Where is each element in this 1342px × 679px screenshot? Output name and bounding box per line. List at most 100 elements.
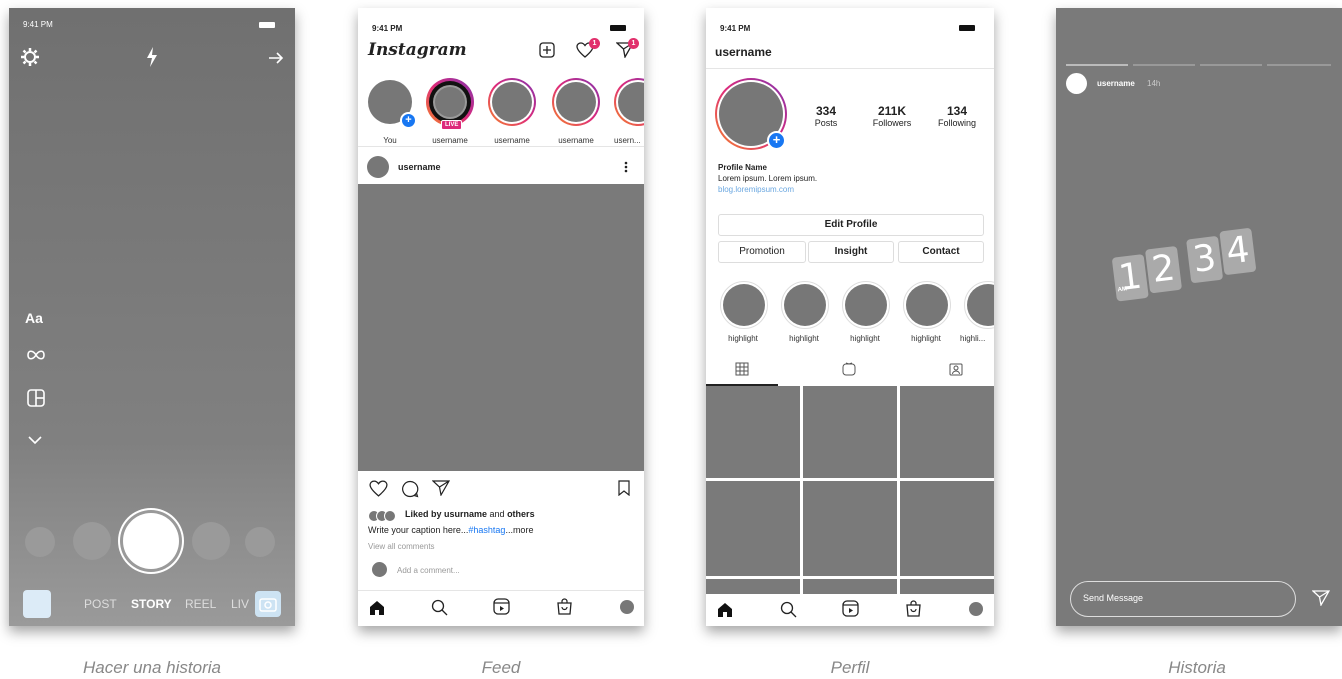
story-ring[interactable] <box>552 78 600 126</box>
clock-digit: 1 <box>1111 253 1149 302</box>
profile-name: Profile Name <box>718 163 767 172</box>
liked-others[interactable]: others <box>507 509 535 519</box>
send-message-input[interactable]: Send Message <box>1070 581 1296 617</box>
grid-photo[interactable] <box>706 386 800 478</box>
story-author-avatar[interactable] <box>1066 73 1087 94</box>
text-mode-button[interactable]: Aa <box>25 310 43 326</box>
status-time: 9:41 PM <box>720 24 751 33</box>
divider <box>358 590 644 591</box>
insight-button[interactable]: Insight <box>808 241 894 263</box>
grid-photo[interactable] <box>706 579 800 594</box>
clock-digit: 2 <box>1144 245 1183 294</box>
highlight-label: highlight <box>728 334 758 343</box>
grid-photo[interactable] <box>803 481 897 576</box>
chevron-down-icon[interactable] <box>27 432 43 450</box>
like-icon[interactable] <box>369 480 388 502</box>
clock-digit: 3 <box>1186 235 1224 284</box>
highlight-item[interactable] <box>903 281 951 329</box>
comment-icon[interactable] <box>401 480 419 503</box>
commenter-avatar <box>372 562 387 577</box>
more-options-icon[interactable] <box>624 160 628 178</box>
caption-hashtag[interactable]: #hashtag <box>468 525 505 535</box>
shop-icon[interactable] <box>556 598 573 620</box>
layout-icon[interactable] <box>26 388 46 413</box>
mode-reel[interactable]: REEL <box>185 597 216 611</box>
search-icon[interactable] <box>780 601 797 623</box>
highlight-item[interactable] <box>720 281 768 329</box>
story-ring[interactable] <box>488 78 536 126</box>
reels-icon[interactable] <box>842 600 859 622</box>
profile-avatar-icon[interactable] <box>620 600 634 614</box>
add-story-icon[interactable]: + <box>767 131 786 150</box>
instagram-logo: Instagram <box>368 40 467 60</box>
story-label: You <box>383 136 397 145</box>
grid-photo[interactable] <box>900 386 994 478</box>
switch-camera-icon[interactable] <box>255 591 281 617</box>
profile-link[interactable]: blog.loremipsum.com <box>718 185 794 194</box>
caption-more[interactable]: ...more <box>505 525 533 535</box>
story-progress-segment <box>1133 64 1195 66</box>
mode-story[interactable]: STORY <box>131 597 172 611</box>
home-icon[interactable] <box>717 602 733 623</box>
profile-username-header: username <box>715 45 772 59</box>
filter-option[interactable] <box>25 527 55 557</box>
post-username[interactable]: username <box>398 162 441 172</box>
forward-arrow-icon[interactable] <box>267 50 285 71</box>
share-icon[interactable] <box>431 480 451 501</box>
grid-tab-icon[interactable] <box>735 362 749 381</box>
send-icon[interactable] <box>1311 590 1331 611</box>
tv-tab-icon[interactable] <box>842 362 856 381</box>
highlight-item[interactable] <box>964 281 994 329</box>
story-ring[interactable] <box>426 78 474 126</box>
story-screen: username 14h 1 AM 2 3 4 Send Message <box>1056 8 1342 626</box>
settings-icon[interactable] <box>19 46 41 73</box>
story-author-username[interactable]: username <box>1097 79 1135 88</box>
grid-photo[interactable] <box>803 386 897 478</box>
filter-option[interactable] <box>245 527 275 557</box>
edit-profile-button[interactable]: Edit Profile <box>718 214 984 236</box>
grid-photo[interactable] <box>706 481 800 576</box>
grid-photo[interactable] <box>900 579 994 594</box>
view-comments-link[interactable]: View all comments <box>368 542 435 551</box>
battery-icon <box>610 25 626 31</box>
highlight-item[interactable] <box>842 281 890 329</box>
new-post-icon[interactable] <box>539 42 555 63</box>
status-time: 9:41 PM <box>23 20 53 29</box>
promotion-button[interactable]: Promotion <box>718 241 806 263</box>
grid-photo[interactable] <box>900 481 994 576</box>
story-label: username <box>494 136 530 145</box>
grid-photo[interactable] <box>803 579 897 594</box>
add-story-icon[interactable]: + <box>400 112 417 129</box>
post-avatar[interactable] <box>367 156 389 178</box>
highlight-item[interactable] <box>781 281 829 329</box>
shutter-button[interactable] <box>123 513 179 569</box>
stat-label: Following <box>937 118 977 128</box>
photo-grid <box>706 386 994 594</box>
add-comment-input[interactable]: Add a comment... <box>397 566 460 575</box>
contact-button[interactable]: Contact <box>898 241 984 263</box>
stat-value: 211K <box>877 104 907 118</box>
stat-following[interactable]: 134 Following <box>929 104 985 128</box>
story-ring[interactable] <box>614 78 644 126</box>
boomerang-icon[interactable] <box>25 348 47 367</box>
mode-post[interactable]: POST <box>84 597 117 611</box>
bookmark-icon[interactable] <box>618 480 630 501</box>
stat-value: 134 <box>946 104 968 118</box>
gallery-thumbnail[interactable] <box>23 590 51 618</box>
post-image[interactable] <box>358 184 644 471</box>
profile-screen: 9:41 PM username + 334 Posts 211K Follow… <box>706 8 994 626</box>
home-icon[interactable] <box>369 600 385 621</box>
flash-icon[interactable] <box>145 46 159 73</box>
filter-option[interactable] <box>192 522 230 560</box>
clock-digit: 4 <box>1219 227 1257 276</box>
tagged-tab-icon[interactable] <box>949 362 963 381</box>
filter-option[interactable] <box>73 522 111 560</box>
reels-icon[interactable] <box>493 598 510 620</box>
profile-avatar-icon[interactable] <box>969 602 983 616</box>
search-icon[interactable] <box>431 599 448 621</box>
shop-icon[interactable] <box>905 600 922 622</box>
stat-followers[interactable]: 211K Followers <box>864 104 920 128</box>
mode-live[interactable]: LIV <box>231 597 249 611</box>
stat-posts[interactable]: 334 Posts <box>806 104 846 128</box>
liked-user[interactable]: usurname <box>444 509 487 519</box>
